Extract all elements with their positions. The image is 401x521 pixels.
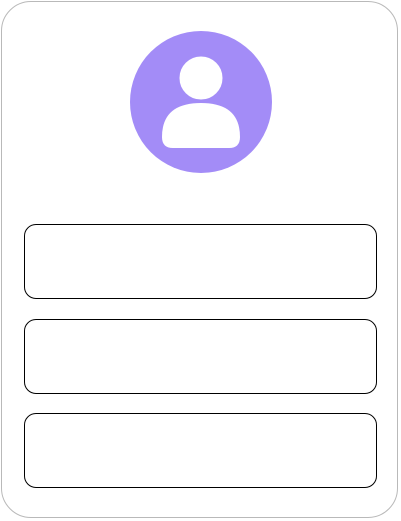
input-field-1[interactable] — [24, 224, 377, 299]
profile-card — [1, 1, 398, 518]
input-field-2[interactable] — [24, 319, 377, 394]
user-icon — [162, 53, 240, 148]
avatar[interactable] — [130, 31, 272, 173]
input-field-3[interactable] — [24, 413, 377, 488]
